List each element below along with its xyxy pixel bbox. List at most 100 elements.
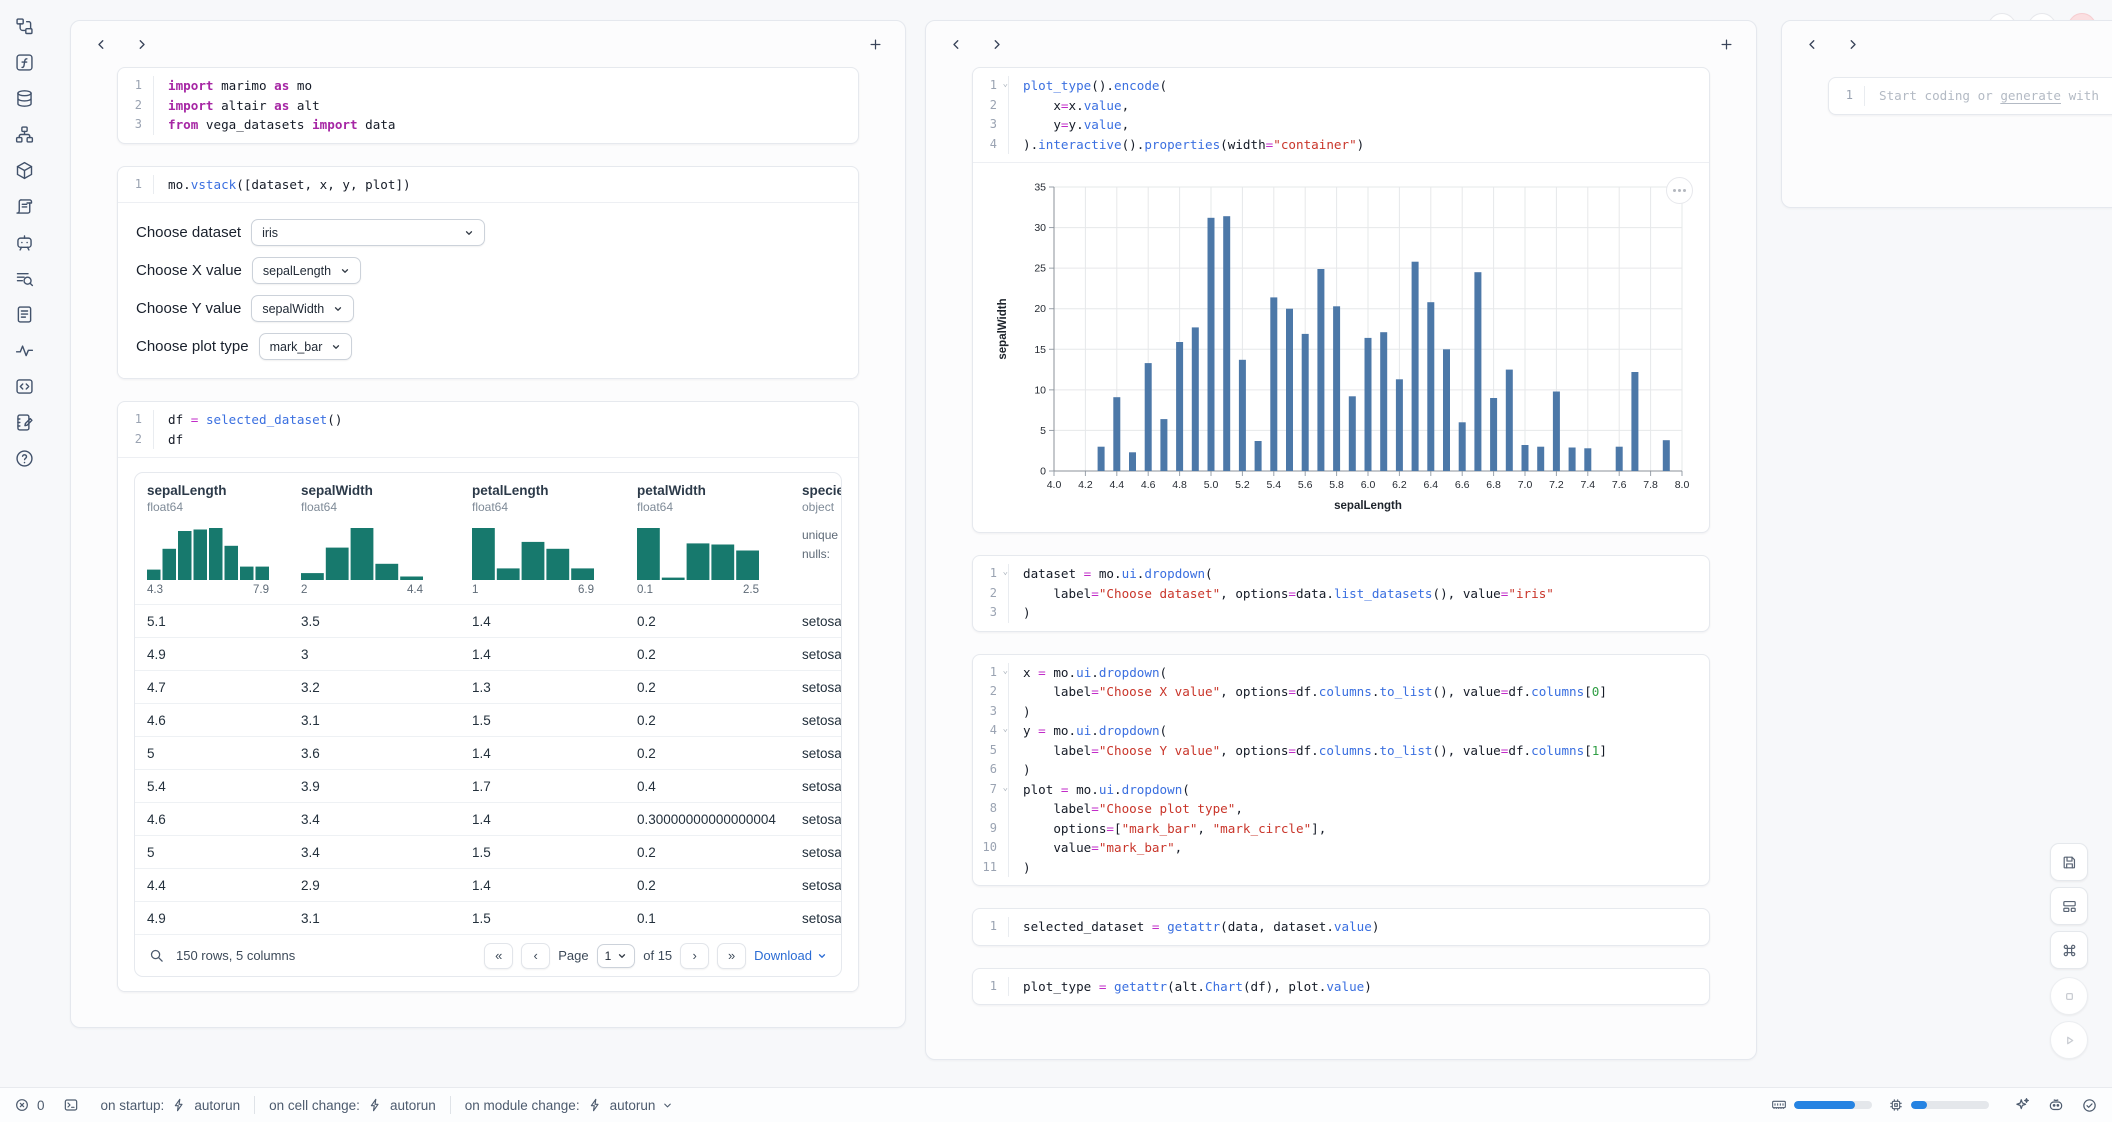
column-header-petalWidth[interactable]: petalWidthfloat64 0.12.5 — [625, 473, 790, 604]
table-row[interactable]: 4.931.40.2setosa — [135, 637, 841, 670]
sepalWidth-histogram[interactable] — [301, 526, 423, 580]
code-line-2[interactable]: 2 x=x.value, — [973, 96, 1709, 116]
code-line-9[interactable]: 9 options=["mark_bar", "mark_circle"], — [973, 819, 1709, 839]
column-header-sepalLength[interactable]: sepalLengthfloat64 4.37.9 — [135, 473, 289, 604]
code-line-7[interactable]: 7⌄plot = mo.ui.dropdown( — [973, 780, 1709, 800]
table-row[interactable]: 5.13.51.40.2setosa — [135, 604, 841, 637]
petalLength-histogram[interactable] — [472, 526, 594, 580]
add-cell-icon[interactable] — [1714, 32, 1738, 56]
column-expand-right-icon[interactable] — [984, 32, 1008, 56]
cell-xyplot-dropdowns[interactable]: 1⌄x = mo.ui.dropdown(2 label="Choose X v… — [972, 654, 1710, 887]
terminal-button[interactable] — [63, 1097, 79, 1113]
cell-plot[interactable]: 1⌄plot_type().encode(2 x=x.value,3 y=y.v… — [972, 67, 1710, 533]
table-row[interactable]: 53.41.50.2setosa — [135, 835, 841, 868]
dependency-graph-icon[interactable] — [14, 124, 35, 145]
column-collapse-left-icon[interactable] — [944, 32, 968, 56]
download-button[interactable]: Download — [754, 948, 827, 963]
table-row[interactable]: 53.61.40.2setosa — [135, 736, 841, 769]
table-row[interactable]: 4.42.91.40.2setosa — [135, 868, 841, 901]
code-line-2[interactable]: 2 label="Choose X value", options=df.col… — [973, 682, 1709, 702]
page-select[interactable]: 1 — [597, 944, 636, 968]
code-line-3[interactable]: 3from vega_datasets import data — [118, 115, 858, 135]
sepal-bar-chart[interactable]: 4.04.24.44.64.85.05.25.45.65.86.06.26.46… — [990, 175, 1694, 519]
errors-indicator[interactable]: 0 — [14, 1097, 45, 1113]
table-row[interactable]: 4.93.11.50.1setosa — [135, 901, 841, 934]
add-cell-icon[interactable] — [863, 32, 887, 56]
document-icon[interactable] — [14, 304, 35, 325]
save-button[interactable] — [2050, 843, 2088, 881]
code-line-2[interactable]: 2df — [118, 430, 858, 450]
column-header-species[interactable]: speciesobjectuniquenulls: — [790, 473, 841, 604]
cell-vstack[interactable]: 1mo.vstack([dataset, x, y, plot]) Choose… — [117, 166, 859, 380]
on-cell-change-setting[interactable]: on cell change: autorun — [269, 1097, 436, 1113]
table-row[interactable]: 4.63.41.40.30000000000000004setosa — [135, 802, 841, 835]
snippets-icon[interactable] — [14, 376, 35, 397]
table-row[interactable]: 4.63.11.50.2setosa — [135, 703, 841, 736]
table-row[interactable]: 5.43.91.70.4setosa — [135, 769, 841, 802]
chart-menu-icon[interactable] — [1666, 177, 1693, 204]
petalWidth-histogram[interactable] — [637, 526, 759, 580]
table-row[interactable]: 4.73.21.30.2setosa — [135, 670, 841, 703]
database-icon[interactable] — [14, 88, 35, 109]
code-line-1[interactable]: 1plot_type = getattr(alt.Chart(df), plot… — [973, 977, 1709, 997]
last-page-button[interactable]: » — [717, 943, 746, 969]
code-line-1[interactable]: 1selected_dataset = getattr(data, datase… — [973, 917, 1709, 937]
cpu-usage[interactable] — [1888, 1097, 1989, 1113]
layout-toggle-button[interactable] — [2050, 887, 2088, 925]
column-expand-right-icon[interactable] — [129, 32, 153, 56]
code-line-1[interactable]: 1mo.vstack([dataset, x, y, plot]) — [118, 175, 858, 195]
first-page-button[interactable]: « — [484, 943, 513, 969]
ai-assist-button[interactable] — [2013, 1096, 2031, 1114]
column-header-petalLength[interactable]: petalLengthfloat64 16.9 — [460, 473, 625, 604]
column-collapse-left-icon[interactable] — [1800, 32, 1824, 56]
file-tree-icon[interactable] — [14, 16, 35, 37]
plot-type-select[interactable]: mark_bar — [259, 333, 353, 360]
code-line-1[interactable]: 1df = selected_dataset() — [118, 410, 858, 430]
package-icon[interactable] — [14, 160, 35, 181]
column-expand-right-icon[interactable] — [1840, 32, 1864, 56]
y-value-select[interactable]: sepalWidth — [251, 295, 354, 322]
x-value-select[interactable]: sepalLength — [252, 257, 361, 284]
code-line-6[interactable]: 6) — [973, 760, 1709, 780]
chat-bot-button[interactable] — [2047, 1096, 2065, 1114]
code-line-3[interactable]: 3) — [973, 603, 1709, 623]
activity-icon[interactable] — [14, 340, 35, 361]
chat-bot-icon[interactable] — [14, 232, 35, 253]
cell-empty[interactable]: 1 Start coding or generate with — [1828, 77, 2112, 115]
code-line-4[interactable]: 4).interactive().properties(width="conta… — [973, 135, 1709, 155]
cell-imports[interactable]: 1import marimo as mo2import altair as al… — [117, 67, 859, 144]
code-line-4[interactable]: 4⌄y = mo.ui.dropdown( — [973, 721, 1709, 741]
code-line-1[interactable]: 1⌄plot_type().encode( — [973, 76, 1709, 96]
stop-all-button[interactable] — [2050, 977, 2088, 1015]
run-all-button[interactable] — [2050, 1021, 2088, 1059]
keyboard-shortcuts-button[interactable] — [2050, 931, 2088, 969]
code-line-3[interactable]: 3) — [973, 702, 1709, 722]
dataset-select[interactable]: iris — [251, 219, 485, 246]
connection-status[interactable] — [2081, 1097, 2098, 1114]
help-icon[interactable] — [14, 448, 35, 469]
code-placeholder[interactable]: Start coding or generate with — [1865, 86, 2099, 106]
cell-selected-dataset[interactable]: 1selected_dataset = getattr(data, datase… — [972, 908, 1710, 946]
ram-usage[interactable] — [1771, 1097, 1872, 1113]
cell-dataframe[interactable]: 1df = selected_dataset()2df sepalLengthf… — [117, 401, 859, 992]
on-startup-setting[interactable]: on startup: autorun — [101, 1097, 241, 1113]
function-icon[interactable] — [14, 52, 35, 73]
code-line-10[interactable]: 10 value="mark_bar", — [973, 838, 1709, 858]
prev-page-button[interactable]: ‹ — [521, 943, 550, 969]
cell-plot-type[interactable]: 1plot_type = getattr(alt.Chart(df), plot… — [972, 968, 1710, 1006]
search-icon[interactable] — [149, 948, 164, 963]
search-list-icon[interactable] — [14, 268, 35, 289]
code-line-1[interactable]: 1⌄x = mo.ui.dropdown( — [973, 663, 1709, 683]
column-collapse-left-icon[interactable] — [89, 32, 113, 56]
code-line-8[interactable]: 8 label="Choose plot type", — [973, 799, 1709, 819]
code-line-2[interactable]: 2 label="Choose dataset", options=data.l… — [973, 584, 1709, 604]
column-header-sepalWidth[interactable]: sepalWidthfloat64 24.4 — [289, 473, 460, 604]
scratchpad-icon[interactable] — [14, 412, 35, 433]
logs-icon[interactable] — [14, 196, 35, 217]
sepalLength-histogram[interactable] — [147, 526, 269, 580]
code-line-1[interactable]: 1import marimo as mo — [118, 76, 858, 96]
generate-link[interactable]: generate — [2000, 88, 2061, 103]
code-line-1[interactable]: 1⌄dataset = mo.ui.dropdown( — [973, 564, 1709, 584]
on-module-change-setting[interactable]: on module change: autorun — [465, 1097, 674, 1113]
code-line-11[interactable]: 11) — [973, 858, 1709, 878]
